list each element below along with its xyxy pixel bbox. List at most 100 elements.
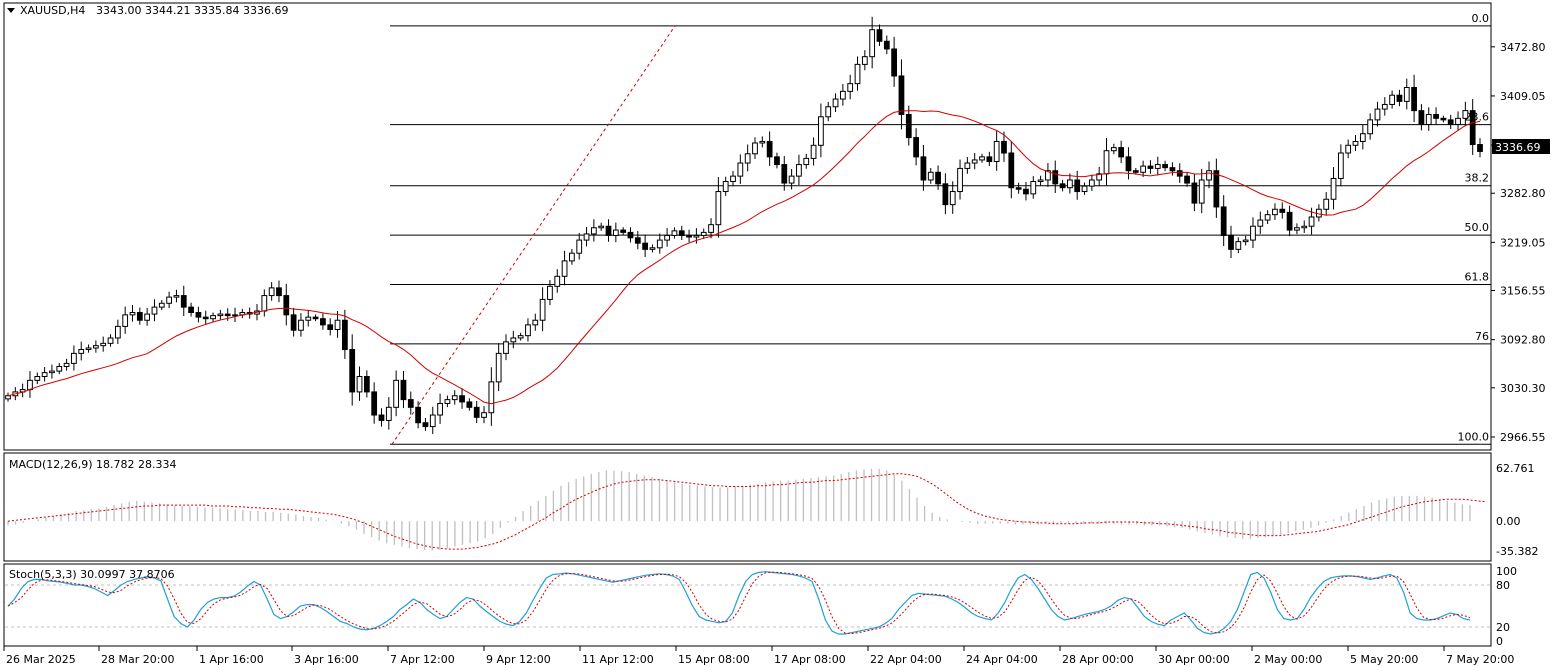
- candle-body: [327, 324, 334, 330]
- stoch-axis-label: 0: [1496, 635, 1503, 648]
- candle-body: [136, 312, 143, 321]
- candle-body: [151, 306, 158, 315]
- candle-body: [1425, 113, 1432, 125]
- candle-body: [1381, 103, 1388, 110]
- candle-body: [678, 230, 685, 236]
- macd-panel-frame: [3, 452, 1492, 562]
- price-label: 3219.05: [1500, 236, 1546, 249]
- candle-body: [224, 313, 231, 317]
- candle-body: [1352, 140, 1359, 146]
- candle-body: [569, 252, 575, 262]
- stoch-axis-label: 20: [1496, 621, 1510, 634]
- candle-body: [202, 316, 209, 320]
- candle-body: [1154, 164, 1161, 169]
- candle-body: [363, 375, 370, 393]
- candle-body: [510, 337, 517, 343]
- candle-body: [371, 391, 378, 416]
- candle-body: [1140, 165, 1147, 173]
- candle-body: [986, 156, 993, 162]
- candle-body: [1023, 188, 1029, 195]
- candle-body: [971, 159, 978, 164]
- candle-body: [935, 171, 941, 185]
- candle-body: [913, 137, 919, 158]
- candle-body: [1396, 94, 1403, 102]
- candle-body: [1220, 206, 1227, 236]
- candle-body: [715, 191, 722, 226]
- candle-body: [942, 183, 949, 206]
- candle-body: [532, 319, 539, 326]
- candle-body: [810, 144, 817, 159]
- price-badge: 3336.69: [1495, 141, 1541, 154]
- candle-body: [1030, 181, 1037, 195]
- candle-body: [1286, 211, 1293, 231]
- candle-body: [861, 56, 868, 65]
- chart-canvas: 0.023.638.250.061.876100.0 3472.803409.0…: [3, 2, 1550, 666]
- candle-body: [1147, 165, 1154, 169]
- candle-body: [832, 98, 839, 108]
- time-label: 1 Apr 16:00: [199, 653, 264, 666]
- candle-body: [180, 295, 187, 308]
- candle-body: [1359, 133, 1366, 142]
- candle-body: [268, 287, 275, 297]
- candle-body: [1059, 183, 1066, 189]
- candle-body: [341, 319, 348, 351]
- candle-body: [393, 379, 400, 408]
- time-label: 28 Apr 00:00: [1062, 653, 1134, 666]
- time-label: 5 May 20:00: [1350, 653, 1418, 666]
- candle-body: [78, 349, 85, 354]
- candle-body: [290, 314, 297, 331]
- candle-body: [759, 140, 766, 144]
- candle-body: [964, 162, 971, 169]
- candle-body: [459, 395, 465, 403]
- candle-body: [642, 242, 649, 250]
- candle-body: [898, 75, 905, 115]
- fib-label: 0.0: [1472, 12, 1490, 25]
- macd-axis-label: 0.00: [1496, 515, 1521, 528]
- time-label: 7 May 20:00: [1446, 653, 1514, 666]
- candle-body: [195, 312, 202, 318]
- candle-body: [276, 287, 282, 297]
- candle-body: [891, 48, 898, 77]
- candle-body: [232, 314, 238, 317]
- candle-body: [554, 275, 561, 287]
- candle-body: [85, 347, 92, 351]
- candle-body: [949, 191, 956, 206]
- candle-body: [1469, 110, 1476, 146]
- price-label: 2966.55: [1500, 431, 1546, 444]
- candle-body: [1279, 208, 1286, 213]
- candle-body: [1272, 208, 1278, 216]
- candle-body: [63, 362, 70, 367]
- candle-body: [700, 231, 707, 236]
- candle-body: [1037, 179, 1044, 183]
- candle-body: [1052, 170, 1059, 185]
- candle-body: [693, 234, 700, 238]
- candle-body: [1367, 119, 1374, 135]
- candle-body: [1191, 182, 1198, 204]
- candle-body: [1206, 170, 1212, 181]
- candle-body: [766, 140, 773, 158]
- candle-body: [305, 316, 312, 321]
- fib-label: 50.0: [1465, 221, 1490, 234]
- candle-body: [1323, 198, 1330, 210]
- candle-body: [1110, 147, 1117, 152]
- candle-body: [876, 29, 883, 42]
- candle-body: [356, 375, 363, 393]
- candle-body: [774, 156, 780, 166]
- time-label: 3 Apr 16:00: [294, 653, 359, 666]
- price-axis: 3472.803409.053345.303282.803219.053156.…: [1491, 41, 1546, 444]
- candle-body: [488, 381, 495, 414]
- candle-body: [100, 342, 107, 347]
- candle-body: [656, 239, 663, 249]
- candle-body: [1162, 164, 1168, 169]
- candle-body: [590, 227, 597, 235]
- candle-body: [451, 395, 458, 401]
- candle-body: [378, 414, 385, 421]
- candle-body: [854, 63, 861, 85]
- candle-body: [634, 237, 641, 244]
- stoch-panel-frame: [3, 563, 1492, 647]
- candle-body: [34, 375, 41, 381]
- candle-body: [883, 40, 890, 50]
- candle-body: [1477, 144, 1483, 152]
- candle-body: [1455, 117, 1461, 125]
- candle-body: [495, 352, 502, 383]
